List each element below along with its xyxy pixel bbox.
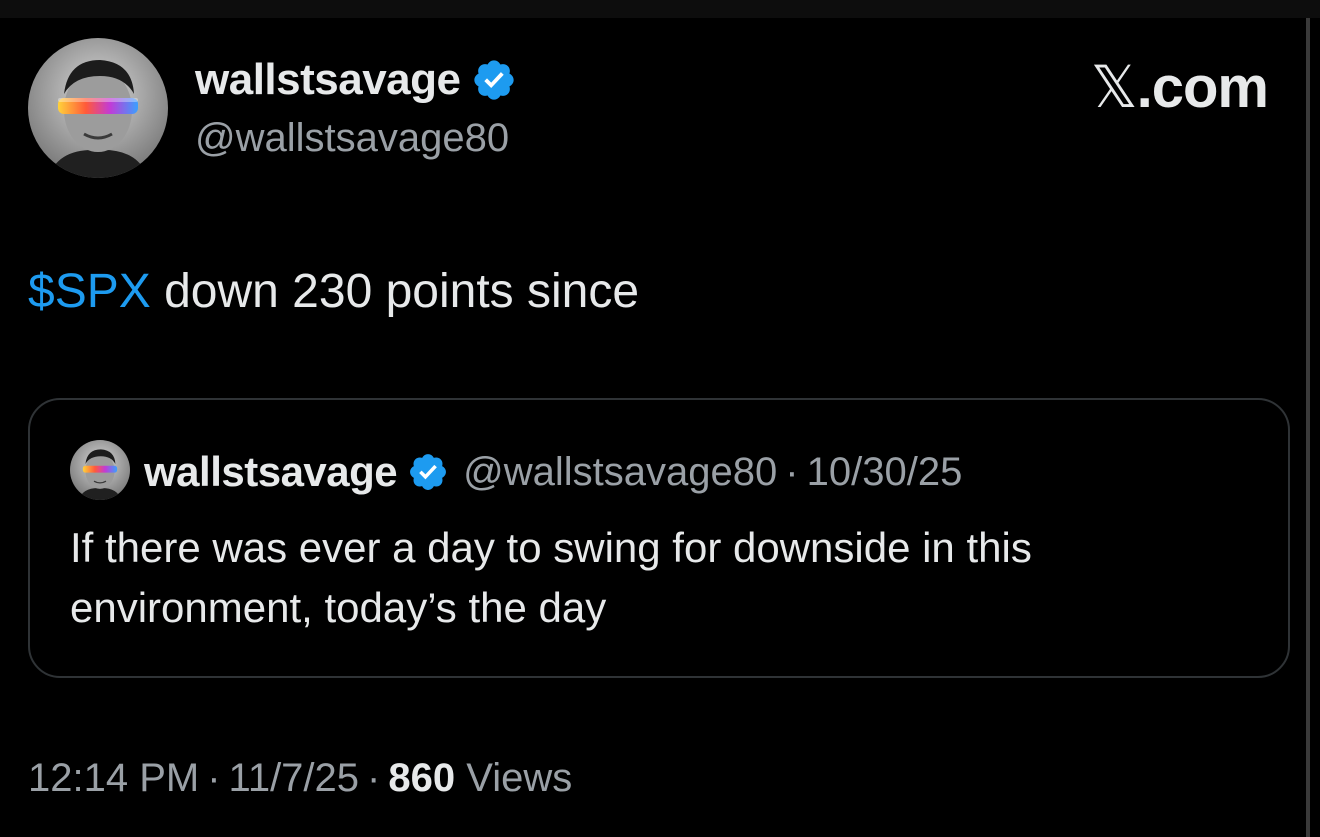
tweet-text-rest: down 230 points since bbox=[150, 265, 640, 318]
views-count[interactable]: 860 bbox=[388, 756, 455, 800]
quote-avatar-image bbox=[70, 440, 130, 500]
author-name-text[interactable]: wallstsavage bbox=[195, 52, 461, 108]
x-logo-icon: 𝕏 bbox=[1090, 53, 1138, 121]
avatar-image bbox=[28, 38, 168, 178]
views-label[interactable]: Views bbox=[455, 756, 572, 800]
tweet-time[interactable]: 12:14 PM bbox=[28, 756, 199, 800]
xcom-logo: 𝕏.com bbox=[1090, 53, 1269, 121]
meta-separator: · bbox=[207, 756, 221, 800]
quote-header: wallstsavage @wallstsavage80 · 10/30/25 bbox=[144, 442, 962, 502]
quote-author-handle[interactable]: @wallstsavage80 bbox=[463, 450, 777, 495]
scrollbar[interactable] bbox=[1306, 18, 1310, 837]
tweet-text: $SPX down 230 points since bbox=[28, 262, 639, 322]
quote-separator: · bbox=[785, 449, 799, 494]
author-avatar[interactable] bbox=[28, 38, 168, 178]
quote-text: If there was ever a day to swing for dow… bbox=[70, 524, 1032, 631]
tweet-meta: 12:14 PM · 11/7/25 · 860 Views bbox=[28, 752, 572, 804]
meta-separator: · bbox=[367, 756, 381, 800]
quote-avatar[interactable] bbox=[70, 440, 130, 500]
verified-badge-icon bbox=[473, 60, 514, 100]
tweet-date[interactable]: 11/7/25 bbox=[229, 756, 360, 800]
quoted-tweet-card[interactable]: wallstsavage @wallstsavage80 · 10/30/25 … bbox=[28, 398, 1290, 678]
verified-badge-icon bbox=[410, 454, 447, 490]
author-name[interactable]: wallstsavage bbox=[195, 52, 517, 108]
quote-date[interactable]: 10/30/25 bbox=[807, 450, 963, 495]
quote-author-name[interactable]: wallstsavage bbox=[144, 448, 398, 496]
xcom-logo-text: .com bbox=[1136, 55, 1269, 120]
top-status-strip bbox=[0, 0, 1320, 18]
author-handle[interactable]: @wallstsavage80 bbox=[195, 112, 509, 164]
cashtag-link[interactable]: $SPX bbox=[28, 265, 151, 318]
